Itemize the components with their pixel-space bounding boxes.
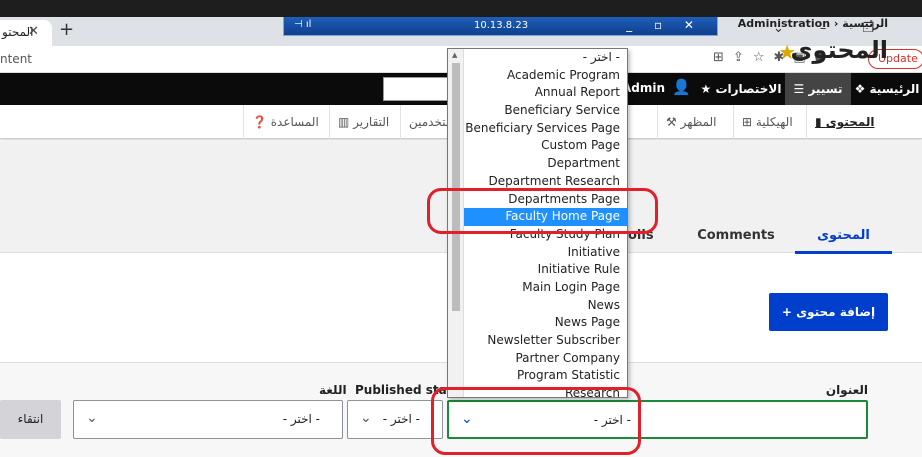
dropdown-option[interactable]: Faculty Study Plan [464,226,627,244]
page-title: المحتوى [790,36,888,64]
dropdown-option[interactable]: Annual Report [464,84,627,102]
share-icon[interactable]: ⇪ [733,50,753,65]
content-type-dropdown-list[interactable]: ▲ - اختر - Academic Program Annual Report B… [447,48,628,398]
language-filter-label: اللغة [319,383,347,397]
dropdown-option[interactable]: News Page [464,314,627,332]
content-type-select-value: - اختر - [593,413,631,427]
menu-item-appearance-label: المظهر [680,115,717,129]
toolbar-home[interactable]: ❖ الرئيسية [852,73,922,105]
status-select[interactable]: - اختر - ⌄ [347,400,443,439]
dropdown-option[interactable]: - اختر - [464,49,627,67]
appearance-icon: ⚒ [666,115,681,129]
chevron-down-icon: ⌄ [86,410,98,426]
dropdown-option[interactable]: Initiative [464,244,627,262]
dropdown-option[interactable]: Main Login Page [464,279,627,297]
language-select[interactable]: - اختر - ⌄ [73,400,343,439]
chevron-down-icon: ⌄ [461,411,473,427]
breadcrumb-home[interactable]: الرئيسية [842,17,888,30]
content-type-select[interactable]: - اختر - ⌄ [447,400,868,439]
menu-item-content[interactable]: ▮ المحتوى [806,105,883,139]
add-content-button[interactable]: + إضافة محتوى [769,293,888,331]
dropdown-scrollbar[interactable]: ▲ [448,49,464,397]
tab-comments[interactable]: Comments [690,221,782,254]
dropdown-options: - اختر - Academic Program Annual Report Ben… [464,49,627,397]
remote-ip: 10.13.8.23 [474,20,529,31]
dropdown-option[interactable]: Research [464,385,627,397]
remote-window-controls[interactable]: _ ▫ ✕ [626,18,703,32]
browser-tab[interactable]: المحتو ✕ [0,20,52,46]
drupal-logo-icon: ❖ [854,82,870,96]
toolbar-search-box[interactable] [383,77,453,101]
toolbar-manage[interactable]: ☰ تسيير [785,73,851,105]
dropdown-option[interactable]: Partner Company [464,350,627,368]
close-tab-icon[interactable]: ✕ [28,20,39,44]
dropdown-option[interactable]: Departments Page [464,191,627,209]
title-filter-label: العنوان [825,383,868,397]
new-tab-button[interactable]: + [59,20,74,40]
menu-item-structure-label: الهيكلية [755,115,793,129]
url-text[interactable]: ntent [0,52,32,66]
tab-content[interactable]: المحتوى [795,221,892,254]
dropdown-option[interactable]: Program Statistic [464,367,627,385]
status-select-value: - اختر - [382,412,420,426]
dropdown-option[interactable]: Newsletter Subscriber [464,332,627,350]
menu-item-structure[interactable]: ⊞ الهيكلية [733,105,801,139]
user-icon[interactable]: 👤 [672,78,691,96]
os-top-strip [0,0,922,17]
dropdown-option[interactable]: Faculty Home Page [464,208,627,226]
dropdown-option[interactable]: Academic Program [464,67,627,85]
remote-pin-icon[interactable]: ⊣ ıl [294,19,311,30]
dropdown-option[interactable]: News [464,297,627,315]
remote-session-bar: ⊣ ıl 10.13.8.23 _ ▫ ✕ [283,17,718,36]
menu-item-content-label: المحتوى [825,115,875,129]
menu-icon: ☰ [793,82,809,96]
toolbar-shortcuts[interactable]: ★ الاختصارات [698,73,784,105]
scroll-up-icon[interactable]: ▲ [452,51,457,59]
menu-item-reports-label: التقارير [353,115,390,129]
tab-partial[interactable]: olls [628,221,654,254]
toolbar-user[interactable]: Admin [622,81,665,95]
dropdown-option[interactable]: Department [464,155,627,173]
language-select-value: - اختر - [282,412,320,426]
breadcrumb-separator: › [833,17,839,30]
menu-item-reports[interactable]: ▥ التقارير [329,105,397,139]
toolbar-home-label: الرئيسية [869,82,920,96]
star-icon: ★ [700,82,716,96]
bookmark-star-icon[interactable]: ☆ [753,50,774,65]
breadcrumb: Administration › الرئيسية [738,17,888,30]
dropdown-option[interactable]: Beneficiary Services Page [464,120,627,138]
help-icon: ❓ [252,115,271,129]
dropdown-option[interactable]: Beneficiary Service [464,102,627,120]
breadcrumb-admin[interactable]: Administration [738,17,830,30]
favorite-star-icon[interactable]: ★ [778,40,796,64]
filter-apply-button[interactable]: انتقاء [0,400,61,439]
translate-icon[interactable]: ⊞ [713,50,733,65]
scrollbar-thumb[interactable] [452,63,460,311]
reports-icon: ▥ [338,115,354,129]
chevron-down-icon: ⌄ [360,410,372,426]
content-icon: ▮ [815,115,826,129]
dropdown-option[interactable]: Custom Page [464,137,627,155]
dropdown-option[interactable]: Department Research [464,173,627,191]
menu-item-help[interactable]: ❓ المساعدة [243,105,327,139]
toolbar-manage-label: تسيير [808,82,843,96]
menu-item-appearance[interactable]: ⚒ المظهر [657,105,725,139]
structure-icon: ⊞ [742,115,756,129]
toolbar-shortcuts-label: الاختصارات [715,82,782,96]
dropdown-option[interactable]: Initiative Rule [464,261,627,279]
menu-item-help-label: المساعدة [270,115,319,129]
